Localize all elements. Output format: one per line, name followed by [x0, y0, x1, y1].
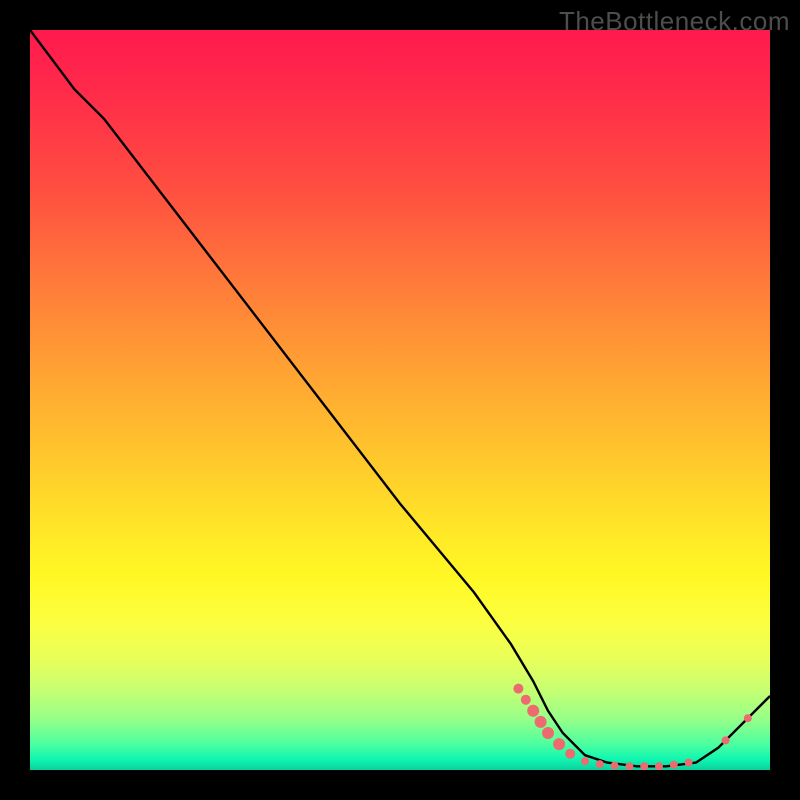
data-marker: [513, 684, 523, 694]
data-marker: [611, 762, 619, 770]
main-curve: [30, 30, 770, 766]
plot-area: [30, 30, 770, 770]
data-marker: [640, 762, 648, 770]
watermark-text: TheBottleneck.com: [559, 6, 790, 37]
data-marker: [625, 762, 633, 770]
data-marker: [744, 714, 752, 722]
data-marker: [655, 762, 663, 770]
chart-svg: [30, 30, 770, 770]
data-marker: [527, 705, 539, 717]
data-marker: [521, 695, 531, 705]
data-marker: [553, 738, 565, 750]
data-marker: [596, 760, 604, 768]
data-markers: [513, 684, 751, 770]
data-marker: [565, 749, 575, 759]
data-marker: [722, 736, 730, 744]
data-marker: [685, 759, 693, 767]
data-marker: [581, 757, 589, 765]
chart-frame: TheBottleneck.com: [0, 0, 800, 800]
data-marker: [535, 716, 547, 728]
data-marker: [542, 727, 554, 739]
data-marker: [670, 761, 678, 769]
